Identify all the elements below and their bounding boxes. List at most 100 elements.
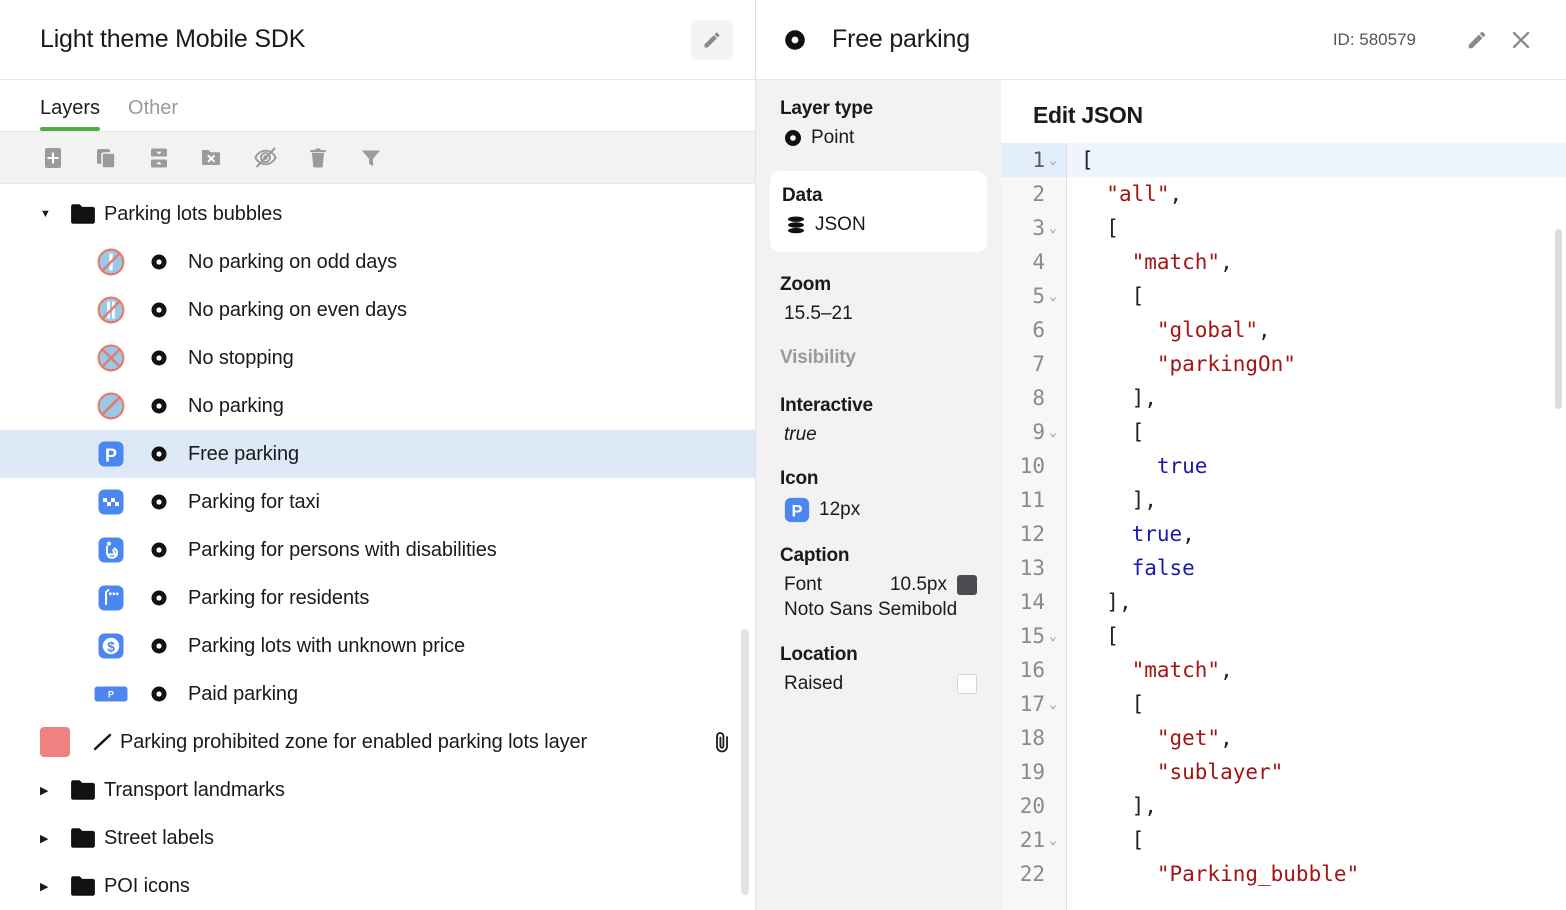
- hide-layer-button[interactable]: [248, 141, 282, 175]
- line-number: 2⌄: [1032, 182, 1045, 206]
- caption-color-swatch[interactable]: [957, 575, 977, 595]
- point-type-icon: [144, 445, 174, 463]
- property-visibility: Visibility: [756, 347, 1001, 369]
- chevron-down-icon[interactable]: ⌄: [1045, 697, 1061, 712]
- caption-font-name: Noto Sans Semibold: [784, 599, 958, 620]
- chevron-down-icon[interactable]: ⌄: [1045, 289, 1061, 304]
- chevron-down-icon[interactable]: ⌄: [1045, 153, 1061, 168]
- add-layer-button[interactable]: [36, 141, 70, 175]
- line-number: 11⌄: [1019, 488, 1045, 512]
- property-value[interactable]: JSON: [782, 214, 975, 236]
- layer-row-group-transport-landmarks[interactable]: ▶ Transport landmarks: [0, 766, 755, 814]
- code-line[interactable]: false: [1067, 551, 1566, 585]
- code-content[interactable]: [ "all", [ "match", [ "global", "parking…: [1067, 143, 1566, 910]
- code-line[interactable]: [: [1067, 415, 1566, 449]
- caption-font-row[interactable]: Font 10.5px: [780, 574, 977, 596]
- layer-id-label: ID: 580579: [1332, 29, 1416, 49]
- layers-scrollbar-thumb[interactable]: [741, 629, 749, 895]
- close-panel-button[interactable]: [1504, 23, 1538, 57]
- chevron-down-icon[interactable]: ⌄: [1045, 221, 1061, 236]
- location-row[interactable]: Raised: [780, 673, 977, 695]
- layer-label: Street labels: [104, 826, 214, 849]
- pencil-icon: [704, 32, 720, 47]
- collapse-twisty-icon[interactable]: ▶: [40, 880, 70, 893]
- chevron-down-icon[interactable]: ⌄: [1045, 629, 1061, 644]
- code-line[interactable]: ],: [1067, 483, 1566, 517]
- code-line[interactable]: ],: [1067, 585, 1566, 619]
- expand-twisty-icon[interactable]: ▼: [40, 208, 70, 220]
- layer-row-free-parking[interactable]: P Free parking: [0, 430, 755, 478]
- filter-layers-button[interactable]: [354, 141, 388, 175]
- code-line[interactable]: "Parking_bubble": [1067, 857, 1566, 891]
- edit-project-button[interactable]: [691, 19, 733, 60]
- code-line[interactable]: true: [1067, 449, 1566, 483]
- layer-row-parking-prohibited-zone[interactable]: Parking prohibited zone for enabled park…: [0, 718, 755, 766]
- code-line[interactable]: true,: [1067, 517, 1566, 551]
- layer-row-group-street-labels[interactable]: ▶ Street labels: [0, 814, 755, 862]
- code-line[interactable]: [: [1067, 279, 1566, 313]
- code-line[interactable]: ],: [1067, 381, 1566, 415]
- code-line[interactable]: "match",: [1067, 653, 1566, 687]
- svg-text:P: P: [108, 690, 114, 700]
- layer-row-no-parking-odd-days[interactable]: No parking on odd days: [0, 238, 755, 286]
- property-label: Visibility: [780, 347, 856, 368]
- property-label: Interactive: [780, 395, 873, 416]
- layer-row-no-parking[interactable]: No parking: [0, 382, 755, 430]
- layer-row-no-parking-even-days[interactable]: No parking on even days: [0, 286, 755, 334]
- code-line[interactable]: [: [1067, 823, 1566, 857]
- line-number: 9 ⌄: [1001, 415, 1066, 449]
- code-line[interactable]: [: [1067, 143, 1566, 177]
- app-root: Light theme Mobile SDK Layers Other ▼ Pa…: [0, 0, 1566, 910]
- layer-row-no-stopping[interactable]: No stopping: [0, 334, 755, 382]
- code-line[interactable]: "all",: [1067, 177, 1566, 211]
- delete-layer-button[interactable]: [301, 141, 335, 175]
- layer-label: Free parking: [188, 442, 300, 465]
- zoom-range-value[interactable]: 15.5–21: [780, 303, 977, 325]
- color-swatch[interactable]: [40, 727, 70, 757]
- property-label: Data: [782, 185, 823, 206]
- chevron-down-icon[interactable]: ⌄: [1045, 833, 1061, 848]
- folder-x-icon: [202, 149, 220, 165]
- code-line[interactable]: "parkingOn": [1067, 347, 1566, 381]
- code-line[interactable]: "global",: [1067, 313, 1566, 347]
- layer-row-paid-parking[interactable]: P Paid parking: [0, 670, 755, 718]
- tab-layers[interactable]: Layers: [40, 97, 101, 131]
- code-line[interactable]: [: [1067, 687, 1566, 721]
- duplicate-layer-button[interactable]: [89, 141, 123, 175]
- json-scrollbar-thumb[interactable]: [1555, 229, 1562, 409]
- chevron-down-icon[interactable]: ⌄: [1045, 425, 1061, 440]
- code-area[interactable]: 1⌄ 2⌄ 3⌄ 4⌄ 5⌄ 6⌄ 7⌄ 8⌄ 9⌄ 10⌄ 11⌄ 12⌄ 13⌄ 14⌄ 15⌄ 16⌄ 1…: [1001, 143, 1566, 910]
- layer-row-group-poi-icons[interactable]: ▶ POI icons: [0, 862, 755, 910]
- layer-row-group-parking-lots-bubbles[interactable]: ▼ Parking lots bubbles: [0, 190, 755, 238]
- layer-row-parking-for-taxi[interactable]: Parking for taxi: [0, 478, 755, 526]
- line-number: 17 ⌄: [1001, 687, 1066, 721]
- line-number: 12⌄: [1019, 522, 1045, 546]
- property-value[interactable]: Point: [780, 127, 977, 149]
- layer-label: Paid parking: [188, 682, 298, 705]
- collapse-twisty-icon[interactable]: ▶: [40, 832, 70, 845]
- code-line[interactable]: [: [1067, 211, 1566, 245]
- edit-layer-button[interactable]: [1460, 23, 1494, 57]
- code-line[interactable]: [: [1067, 619, 1566, 653]
- layer-row-parking-unknown-price[interactable]: $ Parking lots with unknown price: [0, 622, 755, 670]
- copy-icon: [97, 148, 116, 169]
- page-title: Light theme Mobile SDK: [40, 25, 306, 53]
- tab-other[interactable]: Other: [128, 97, 178, 131]
- code-line[interactable]: "match",: [1067, 245, 1566, 279]
- property-data[interactable]: Data JSON: [770, 171, 987, 252]
- code-line[interactable]: "sublayer": [1067, 755, 1566, 789]
- layer-row-parking-accessible[interactable]: Parking for persons with disabilities: [0, 526, 755, 574]
- code-line[interactable]: "get",: [1067, 721, 1566, 755]
- location-color-swatch[interactable]: [957, 673, 977, 694]
- sort-layers-button[interactable]: [142, 141, 176, 175]
- collapse-twisty-icon[interactable]: ▶: [40, 784, 70, 797]
- property-value[interactable]: P 12px: [780, 497, 977, 523]
- plus-square-icon: [45, 147, 61, 168]
- paperclip-icon[interactable]: [707, 730, 737, 754]
- code-line[interactable]: ],: [1067, 789, 1566, 823]
- layer-label: Parking prohibited zone for enabled park…: [120, 730, 588, 753]
- line-number: 16⌄: [1019, 658, 1045, 682]
- interactive-value[interactable]: true: [780, 424, 977, 446]
- layer-row-parking-for-residents[interactable]: Parking for residents: [0, 574, 755, 622]
- delete-folder-button[interactable]: [195, 141, 229, 175]
